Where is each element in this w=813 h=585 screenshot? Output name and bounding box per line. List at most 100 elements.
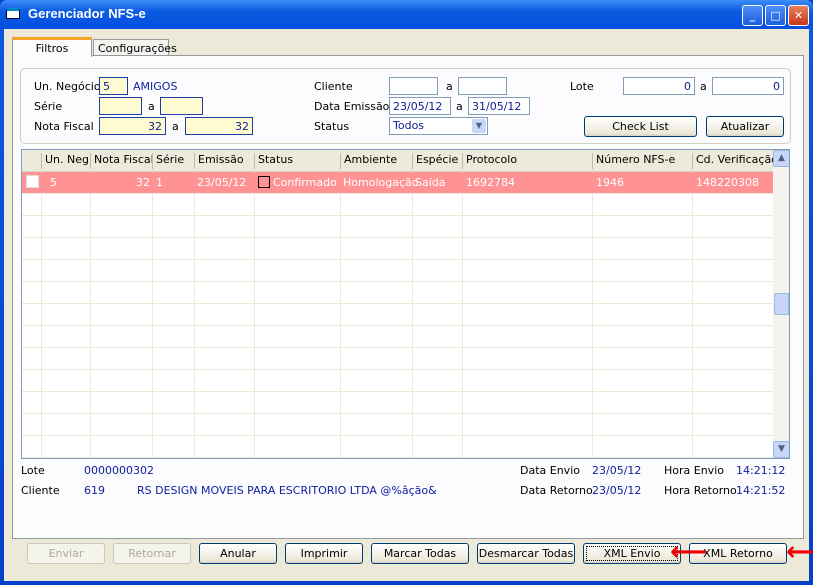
serie-from-input[interactable] (99, 97, 142, 115)
marcar-todas-button[interactable]: Marcar Todas (371, 543, 469, 564)
atualizar-button[interactable]: Atualizar (706, 116, 784, 137)
data-range-a: a (456, 100, 463, 113)
data-envio-value: 23/05/12 (592, 464, 642, 477)
cell-nota-fiscal: 32 (136, 176, 150, 189)
cell-un-neg: 5 (50, 176, 57, 189)
cell-serie: 1 (156, 176, 163, 189)
scroll-down-icon[interactable]: ▼ (773, 441, 789, 458)
check-list-button[interactable]: Check List (584, 116, 697, 137)
hora-envio-label: Hora Envio (664, 464, 724, 477)
data-to-input[interactable] (468, 97, 530, 115)
scroll-up-icon[interactable]: ▲ (773, 150, 789, 167)
cliente-detail-label: Cliente (21, 484, 60, 497)
lote-to-input[interactable] (712, 77, 784, 95)
data-retorno-label: Data Retorno (520, 484, 593, 497)
lote-from-input[interactable] (623, 77, 695, 95)
cliente-detail-code: 619 (84, 484, 105, 497)
lote-detail-label: Lote (21, 464, 45, 477)
cell-ambiente: Homologação (343, 176, 419, 189)
cliente-to-input[interactable] (458, 77, 507, 95)
column-header-nota-fiscal[interactable]: Nota Fiscal (90, 153, 152, 169)
cell-especie: Saída (415, 176, 446, 189)
enviar-button[interactable]: Enviar (27, 543, 105, 564)
chevron-down-icon[interactable]: ▼ (472, 119, 486, 133)
grid-row-line (22, 369, 773, 370)
grid-row-line (22, 215, 773, 216)
cell-protocolo: 1692784 (466, 176, 515, 189)
cliente-from-input[interactable] (389, 77, 438, 95)
grid-row-line (22, 457, 773, 458)
serie-label: Série (34, 100, 63, 113)
data-from-input[interactable] (389, 97, 451, 115)
xml-envio-button[interactable]: XML Envio (583, 543, 681, 564)
scrollbar-thumb[interactable] (774, 293, 789, 315)
lote-label: Lote (570, 80, 594, 93)
nota-to-input[interactable] (185, 117, 253, 135)
cell-emissao: 23/05/12 (197, 176, 247, 189)
column-header-protocolo[interactable]: Protocolo (462, 153, 592, 169)
cliente-range-a: a (446, 80, 453, 93)
cliente-detail-name: RS DESIGN MOVEIS PARA ESCRITORIO LTDA @%… (137, 484, 437, 497)
table-row[interactable]: 5 32 1 23/05/12 Confirmado Homologação S… (22, 172, 773, 193)
cell-cd-verificacao: 148220308 (696, 176, 759, 189)
status-label: Status (314, 120, 350, 133)
anular-button[interactable]: Anular (199, 543, 277, 564)
un-negocio-input[interactable] (99, 77, 128, 95)
data-emissao-label: Data Emissão (314, 100, 390, 113)
grid-row-line (22, 303, 773, 304)
grid-row-line (22, 413, 773, 414)
nota-from-input[interactable] (99, 117, 166, 135)
cell-numero-nfse: 1946 (596, 176, 624, 189)
column-header-numero-nfse[interactable]: Número NFS-e (592, 153, 692, 169)
lote-detail-value: 0000000302 (84, 464, 154, 477)
hora-envio-value: 14:21:12 (736, 464, 786, 477)
maximize-button[interactable]: □ (765, 5, 786, 26)
column-header-serie[interactable]: Série (152, 153, 194, 169)
column-header-emissao[interactable]: Emissão (194, 153, 254, 169)
serie-range-a: a (148, 100, 155, 113)
close-button[interactable]: ✕ (788, 5, 809, 26)
tab-filtros[interactable]: Filtros (12, 37, 92, 57)
status-checkbox-icon (258, 176, 270, 188)
grid-row-line (22, 259, 773, 260)
app-window-icon (6, 8, 20, 19)
data-retorno-value: 23/05/12 (592, 484, 642, 497)
status-select[interactable]: Todos ▼ (389, 117, 488, 135)
un-negocio-name: AMIGOS (133, 80, 178, 93)
column-header-cd-verificacao[interactable]: Cd. Verificação (692, 153, 773, 169)
grid-row-line (22, 193, 773, 194)
serie-to-input[interactable] (160, 97, 203, 115)
column-header-especie[interactable]: Espécie (412, 153, 462, 169)
column-header-un-neg[interactable]: Un. Neg. (41, 153, 90, 169)
lote-range-a: a (700, 80, 707, 93)
grid-row-line (22, 435, 773, 436)
column-header-ambiente[interactable]: Ambiente (340, 153, 412, 169)
grid-header: Un. Neg. Nota Fiscal Série Emissão Statu… (22, 150, 773, 172)
title-bar[interactable]: Gerenciador NFS-e _ □ ✕ (0, 0, 813, 29)
nfse-grid: Un. Neg. Nota Fiscal Série Emissão Statu… (21, 149, 790, 459)
vertical-scrollbar[interactable]: ▲ ▼ (773, 150, 789, 458)
grid-row-line (22, 391, 773, 392)
red-arrow-left-icon-2: ⟵ (786, 537, 813, 567)
column-header-status[interactable]: Status (254, 153, 340, 169)
window-title: Gerenciador NFS-e (28, 6, 146, 21)
grid-row-line (22, 281, 773, 282)
grid-row-line (22, 347, 773, 348)
nota-fiscal-label: Nota Fiscal (34, 120, 94, 133)
grid-row-line (22, 237, 773, 238)
retornar-button[interactable]: Retornar (113, 543, 191, 564)
nota-range-a: a (172, 120, 179, 133)
hora-retorno-value: 14:21:52 (736, 484, 786, 497)
cliente-label: Cliente (314, 80, 353, 93)
status-selected: Todos (393, 119, 425, 132)
minimize-button[interactable]: _ (742, 5, 763, 26)
imprimir-button[interactable]: Imprimir (285, 543, 363, 564)
un-negocio-label: Un. Negócio (34, 80, 101, 93)
grid-row-line (22, 325, 773, 326)
desmarcar-todas-button[interactable]: Desmarcar Todas (477, 543, 575, 564)
hora-retorno-label: Hora Retorno (664, 484, 737, 497)
cell-status: Confirmado (273, 176, 337, 189)
data-envio-label: Data Envio (520, 464, 580, 477)
row-checkbox[interactable] (26, 175, 39, 188)
red-arrow-left-icon: ⟵ (670, 537, 708, 567)
